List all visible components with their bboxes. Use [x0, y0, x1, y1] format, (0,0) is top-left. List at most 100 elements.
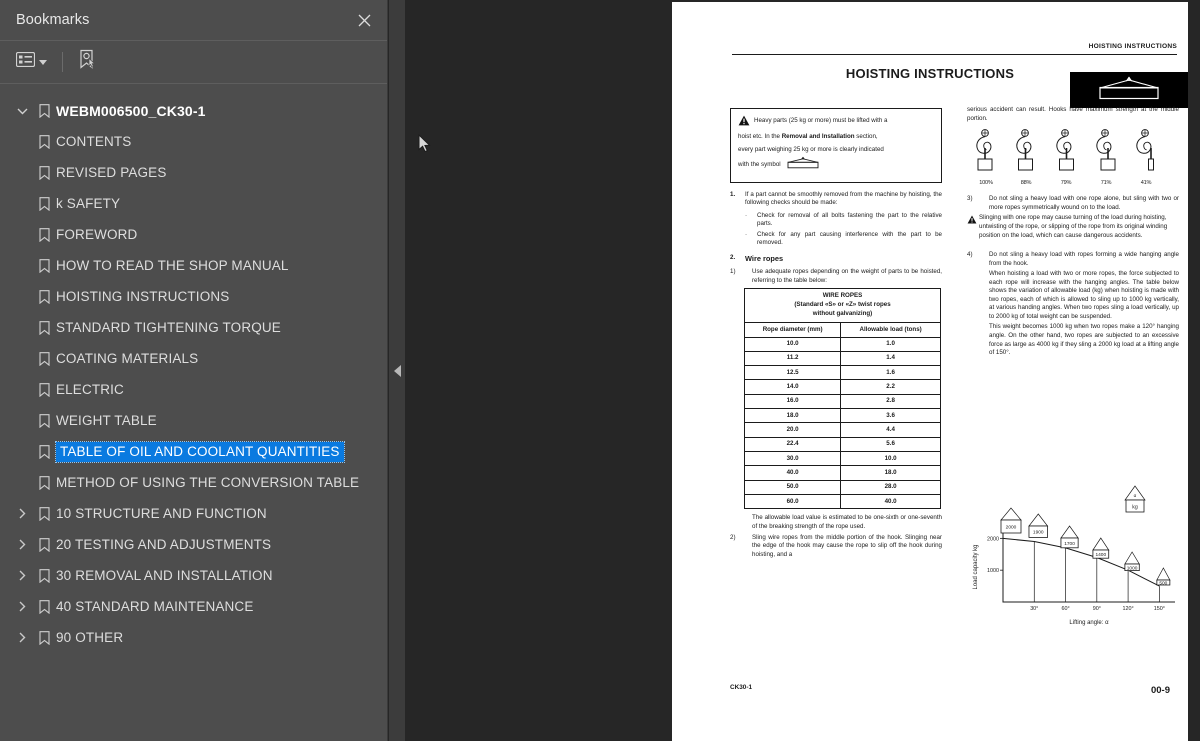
bookmark-icon [32, 289, 56, 304]
hoisting-symbol-icon [1090, 75, 1168, 105]
load-figure-0: 2000 [1000, 507, 1022, 534]
hook-percent-label: 88% [1020, 179, 1032, 186]
load-capacity-chart: 30° 60° 90° 120° 150° 1000 2000 Lifting angle: … [967, 480, 1185, 635]
bookmark-label: 90 OTHER [56, 630, 124, 645]
bookmarks-panel-header: Bookmarks [0, 0, 387, 41]
table-row: 50.0 28.0 [743, 479, 941, 496]
table-cell: 16.0 [743, 393, 842, 410]
list-item: 1. If a part cannot be smoothly removed … [730, 191, 942, 208]
chevron-down-icon[interactable] [12, 107, 32, 115]
close-icon[interactable] [353, 9, 375, 31]
chevron-right-icon[interactable] [12, 570, 32, 581]
hook-percent-label: 79% [1060, 179, 1072, 186]
load-figure-1: 1900 [1028, 513, 1049, 538]
table-cell: 28.0 [840, 479, 941, 496]
list-item: 2) Sling wire ropes from the middle port… [730, 534, 942, 560]
bookmarks-tree[interactable]: WEBM006500_CK30-1 CONTENTS REVISED PAGES k… [0, 84, 387, 653]
svg-text:2000: 2000 [1006, 525, 1017, 531]
bookmark-icon [32, 351, 56, 366]
table-cell: 1.4 [840, 350, 941, 367]
bookmark-item-14[interactable]: 30 REMOVAL AND INSTALLATION [0, 560, 387, 591]
warning-callout: Heavy parts (25 kg or more) must be lift… [730, 108, 942, 183]
x-tick-label: 150° [1154, 606, 1165, 612]
bookmark-label: ELECTRIC [56, 382, 124, 397]
bookmark-item-12[interactable]: 10 STRUCTURE AND FUNCTION [0, 498, 387, 529]
bookmark-item-13[interactable]: 20 TESTING AND ADJUSTMENTS [0, 529, 387, 560]
table-cell: 1.0 [840, 336, 941, 352]
new-bookmark-button[interactable] [76, 47, 100, 77]
chevron-right-icon[interactable] [12, 601, 32, 612]
bookmark-label: COATING MATERIALS [56, 351, 199, 366]
bookmark-item-11[interactable]: METHOD OF USING THE CONVERSION TABLE [0, 467, 387, 498]
table-cell: 18.0 [840, 465, 941, 481]
table-row: 30.0 10.0 [743, 451, 941, 467]
table-cell: 20.0 [743, 422, 842, 438]
bookmark-item-15[interactable]: 40 STANDARD MAINTENANCE [0, 591, 387, 622]
list-text: Check for any part causing interference … [757, 230, 942, 247]
pdf-reader-window: Bookmarks WEBM006500_CK30-1 CONTENTS REV… [0, 0, 1200, 741]
chevron-right-icon[interactable] [12, 539, 32, 550]
bookmark-label: WEBM006500_CK30-1 [56, 102, 206, 119]
page-right-column: serious accident can result. Hooks have … [967, 106, 1179, 360]
bookmark-icon [32, 258, 56, 273]
bookmark-label: HOW TO READ THE SHOP MANUAL [56, 258, 289, 273]
table-row: 20.0 4.4 [743, 422, 941, 438]
list-item: · Check for removal of all bolts fasteni… [745, 212, 942, 229]
bookmark-label: REVISED PAGES [56, 165, 167, 180]
table-row: 16.0 2.8 [743, 393, 941, 410]
load-figure-3: 1400 [1092, 537, 1110, 559]
bookmark-item-1[interactable]: REVISED PAGES [0, 157, 387, 188]
table-column-header: Allowable load (tons) [840, 322, 941, 338]
list-item: 1) Use adequate ropes depending on the w… [730, 268, 942, 285]
table-cell: 5.6 [840, 436, 941, 453]
new-bookmark-icon [78, 49, 98, 75]
load-figure-5: 500 [1156, 567, 1171, 587]
list-marker: 3) [967, 195, 973, 203]
bookmark-item-8[interactable]: ELECTRIC [0, 374, 387, 405]
toolbar-divider [62, 52, 63, 72]
table-note-text: The allowable load value is estimated to… [752, 514, 942, 530]
x-tick-label: 60° [1061, 606, 1069, 612]
list-item: 2. Wire ropes [730, 254, 942, 264]
bookmark-item-7[interactable]: COATING MATERIALS [0, 343, 387, 374]
list-marker: 4) [967, 251, 973, 259]
list-text: Do not sling a heavy load with ropes for… [989, 251, 1179, 267]
pdf-viewer-area[interactable]: HOISTING INSTRUCTIONS HOISTING INSTRUCTI… [405, 0, 1200, 741]
table-column-header: Rope diameter (mm) [743, 322, 842, 338]
bookmark-item-6[interactable]: STANDARD TIGHTENING TORQUE [0, 312, 387, 343]
y-tick-label: 1000 [987, 568, 999, 574]
bookmark-item-2[interactable]: k SAFETY [0, 188, 387, 219]
list-text: This weight becomes 1000 kg when two rop… [989, 323, 1179, 357]
load-figure-4: 1000 [1124, 551, 1140, 571]
warning-line-2: hoist etc. In the Removal and Installati… [738, 133, 878, 141]
bookmark-item-10[interactable]: TABLE OF OIL AND COOLANT QUANTITIES [0, 436, 387, 467]
sidebar-collapse-handle[interactable] [389, 0, 405, 741]
table-cell: 60.0 [743, 494, 842, 510]
list-item: 4) Do not sling a heavy load with ropes … [967, 251, 1179, 268]
bookmark-item-4[interactable]: HOW TO READ THE SHOP MANUAL [0, 250, 387, 281]
bookmark-icon [32, 196, 56, 211]
table-cell: 30.0 [743, 451, 842, 467]
table-cell: 1.6 [840, 365, 941, 381]
bookmark-item-9[interactable]: WEIGHT TABLE [0, 405, 387, 436]
bookmark-item-0[interactable]: CONTENTS [0, 126, 387, 157]
bookmarks-toolbar [0, 41, 387, 84]
table-cell: 3.6 [840, 408, 941, 424]
chevron-right-icon[interactable] [12, 508, 32, 519]
bookmark-label: METHOD OF USING THE CONVERSION TABLE [56, 475, 360, 490]
hook-figure-1: 88% [1011, 128, 1041, 187]
bookmark-icon [32, 227, 56, 242]
bookmark-item-16[interactable]: 90 OTHER [0, 622, 387, 653]
list-options-button[interactable] [14, 50, 49, 74]
list-item: 3) Do not sling a heavy load with one ro… [967, 195, 1179, 212]
bookmark-root-node[interactable]: WEBM006500_CK30-1 [0, 95, 387, 126]
bookmark-label: TABLE OF OIL AND COOLANT QUANTITIES [55, 440, 345, 463]
chevron-right-icon[interactable] [12, 632, 32, 643]
hook-strength-figure: 100% 88% 79% 71% 41% [971, 128, 1161, 187]
bookmark-item-5[interactable]: HOISTING INSTRUCTIONS [0, 281, 387, 312]
table-row: 22.4 5.6 [743, 436, 941, 453]
bookmark-label: CONTENTS [56, 134, 132, 149]
hook-figure-3: 71% [1091, 128, 1121, 187]
bookmark-item-3[interactable]: FOREWORD [0, 219, 387, 250]
x-axis-label: Lifting angle: α [1069, 620, 1109, 626]
